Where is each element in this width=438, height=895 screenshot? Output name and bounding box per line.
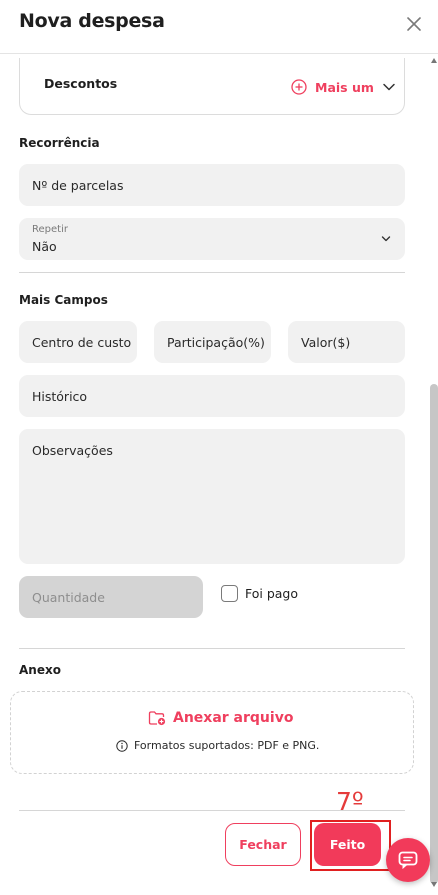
parcelas-input[interactable]: Nº de parcelas — [19, 164, 405, 206]
plus-circle-icon — [291, 79, 307, 95]
valor-placeholder: Valor($) — [301, 335, 351, 350]
modal-header: Nova despesa — [0, 0, 438, 54]
chevron-down-icon[interactable] — [382, 80, 396, 94]
descontos-card: Descontos Mais um — [19, 58, 405, 115]
add-desconto-button[interactable]: Mais um — [291, 78, 396, 96]
formats-info: Formatos suportados: PDF e PNG. — [116, 739, 319, 752]
formats-text: Formatos suportados: PDF e PNG. — [134, 739, 320, 752]
historico-input[interactable]: Histórico — [19, 375, 405, 417]
page-title: Nova despesa — [19, 10, 165, 32]
add-desconto-label: Mais um — [315, 79, 374, 95]
foi-pago-label[interactable]: Foi pago — [245, 586, 298, 601]
upload-label: Anexar arquivo — [173, 710, 294, 726]
anexo-title: Anexo — [19, 663, 61, 677]
historico-placeholder: Histórico — [32, 389, 88, 404]
upload-button[interactable]: Anexar arquivo — [148, 710, 293, 726]
quantidade-input: Quantidade — [19, 576, 203, 618]
valor-input[interactable]: Valor($) — [288, 321, 405, 363]
parcelas-placeholder: Nº de parcelas — [32, 178, 124, 193]
chat-icon — [398, 851, 418, 869]
centro-custo-placeholder: Centro de custo — [32, 335, 132, 350]
step-annotation: 7º — [336, 787, 364, 816]
close-icon[interactable] — [404, 14, 424, 34]
feito-button[interactable]: Feito — [314, 823, 381, 866]
centro-custo-input[interactable]: Centro de custo — [19, 321, 137, 363]
repetir-value: Não — [32, 239, 57, 254]
quantidade-placeholder: Quantidade — [32, 590, 105, 605]
descontos-label: Descontos — [44, 76, 118, 91]
repetir-select[interactable]: Repetir Não — [19, 218, 405, 260]
participacao-input[interactable]: Participação(%) — [154, 321, 271, 363]
upload-dropzone[interactable]: Anexar arquivo Formatos suportados: PDF … — [10, 691, 414, 774]
mais-campos-title: Mais Campos — [19, 293, 108, 307]
scroll-up-arrow-icon[interactable] — [431, 58, 437, 63]
scroll-down-arrow-icon[interactable] — [431, 882, 437, 887]
divider — [19, 272, 405, 273]
info-icon — [116, 739, 128, 752]
fechar-button[interactable]: Fechar — [225, 823, 301, 866]
chat-button[interactable] — [386, 838, 430, 882]
observacoes-textarea[interactable]: Observações — [19, 429, 405, 564]
scrollbar-thumb[interactable] — [430, 384, 438, 884]
scrollbar[interactable] — [430, 56, 438, 891]
foi-pago-checkbox[interactable] — [221, 585, 238, 602]
participacao-placeholder: Participação(%) — [167, 335, 265, 350]
repetir-label: Repetir — [32, 224, 68, 235]
folder-upload-icon — [148, 711, 166, 726]
divider — [19, 648, 405, 649]
recorrencia-title: Recorrência — [19, 136, 100, 150]
chevron-down-icon — [381, 236, 391, 242]
close-button[interactable] — [404, 14, 424, 34]
observacoes-placeholder: Observações — [32, 443, 113, 458]
